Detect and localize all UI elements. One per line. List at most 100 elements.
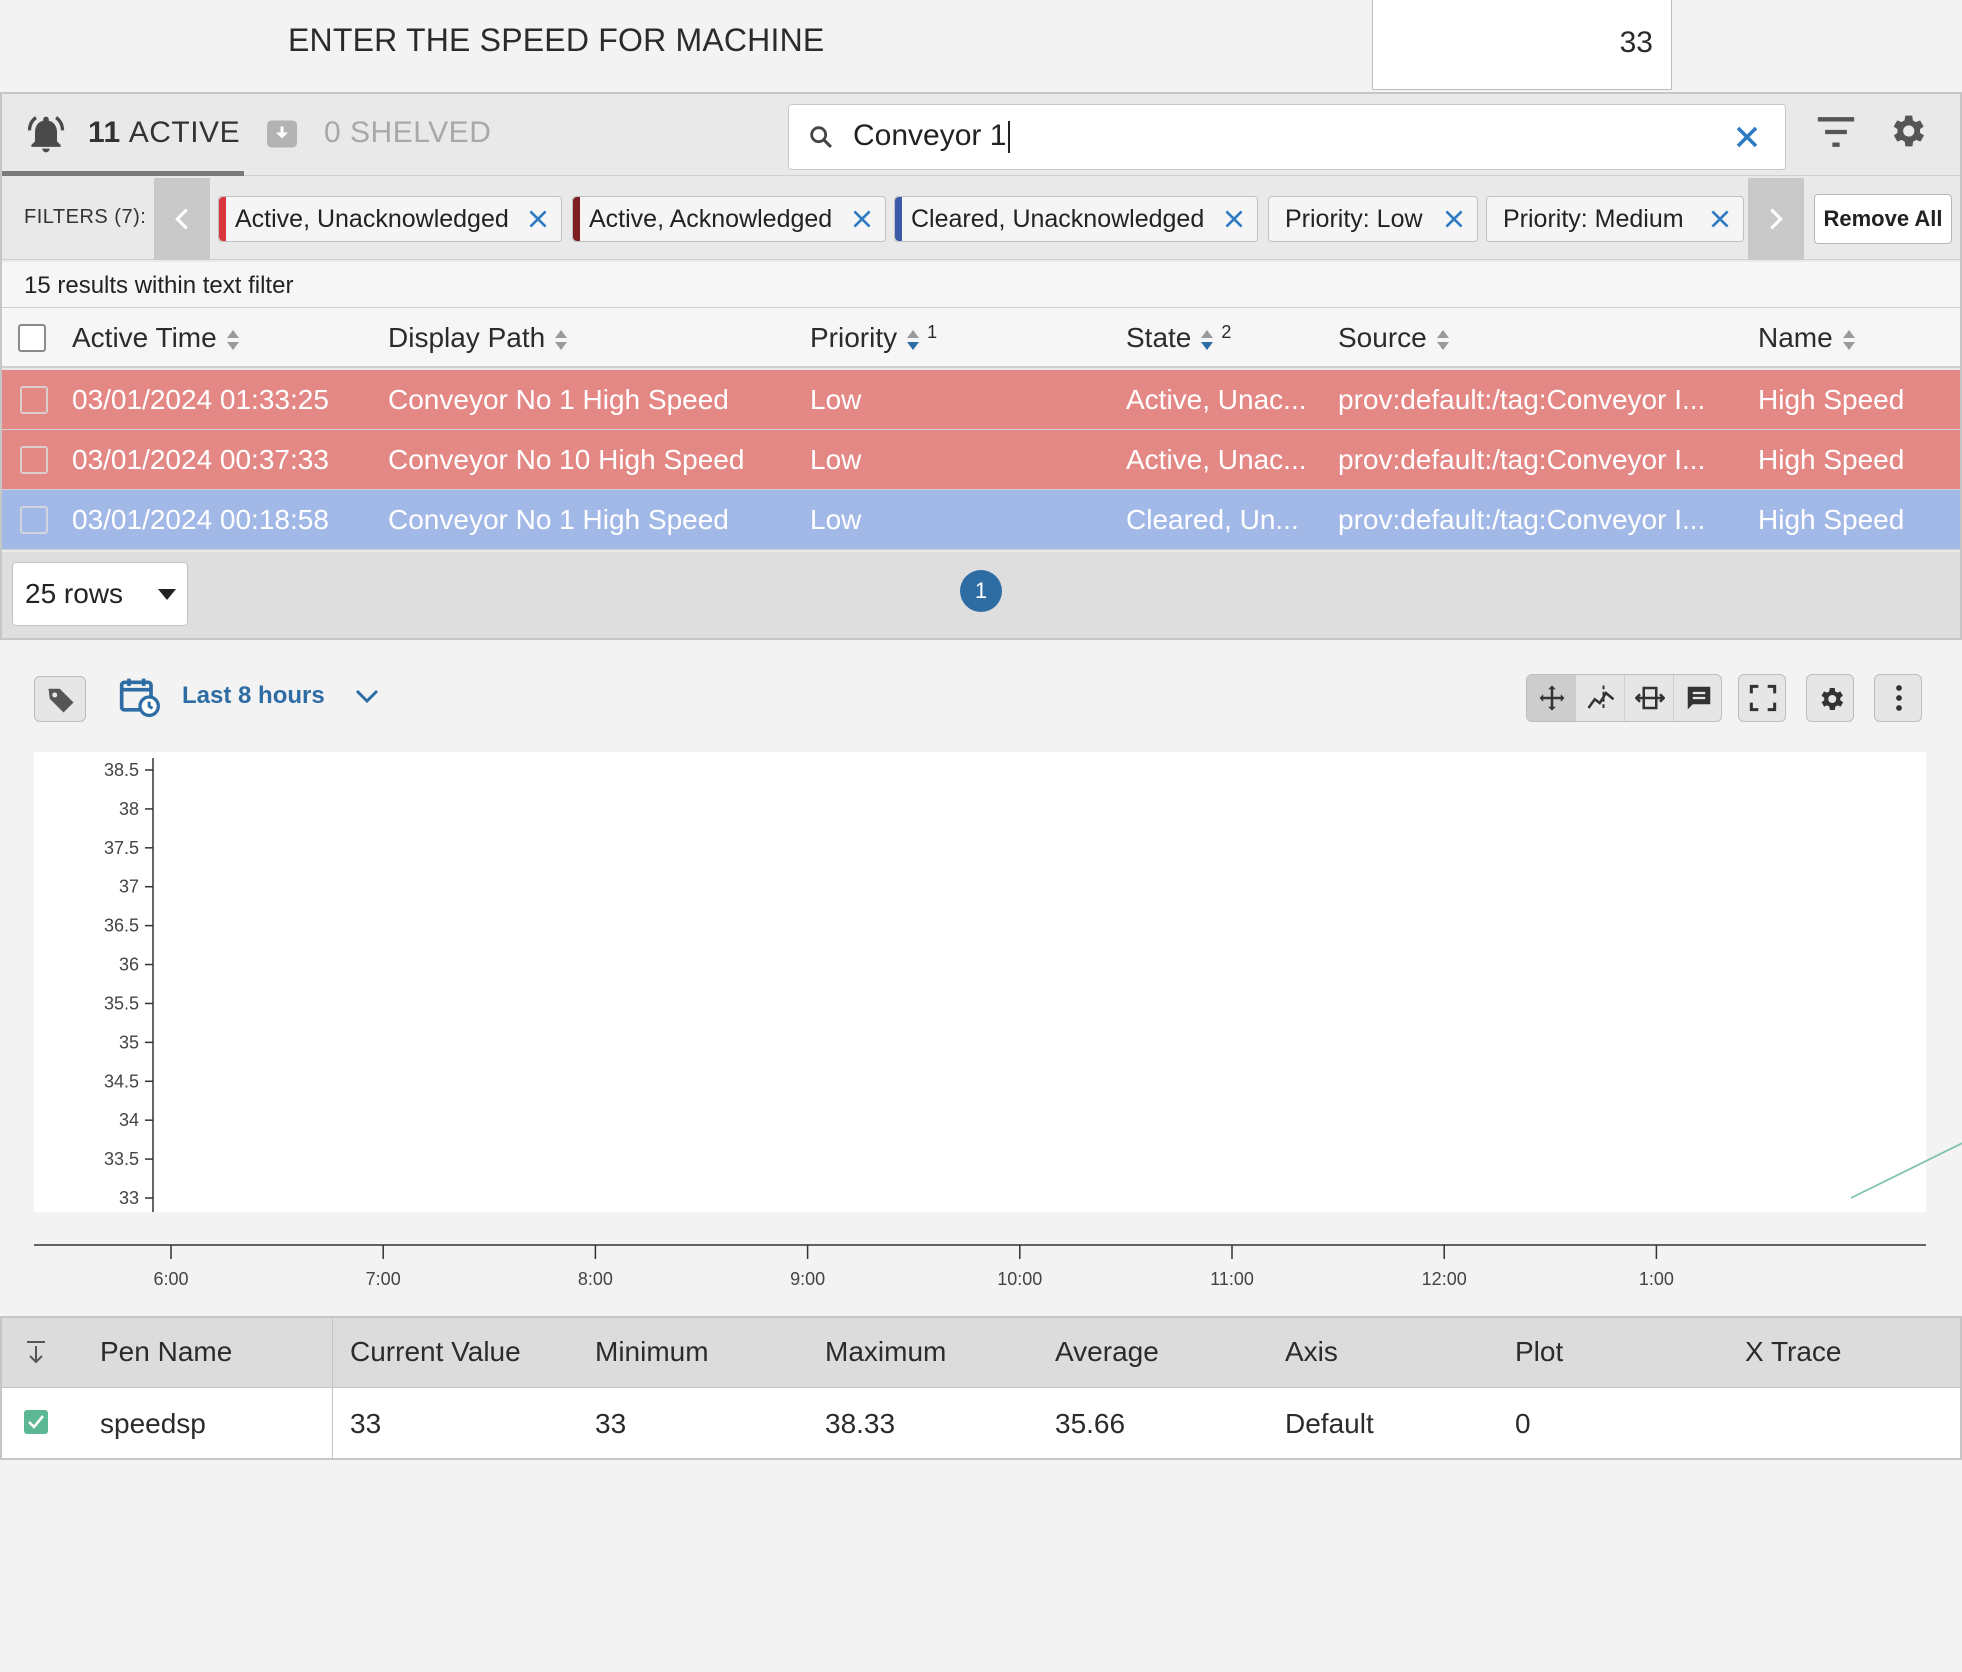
clear-search-icon[interactable] xyxy=(1729,119,1765,155)
cell-name: High Speed xyxy=(1758,504,1905,535)
more-vertical-icon xyxy=(1896,685,1902,711)
remove-filter-icon[interactable] xyxy=(1707,206,1733,232)
remove-filter-icon[interactable] xyxy=(849,206,875,232)
sort-icon xyxy=(555,329,568,350)
chip-color-bar xyxy=(573,197,580,241)
gear-icon xyxy=(1821,688,1844,710)
y-tick-label: 33 xyxy=(119,1188,139,1208)
cell-name: High Speed xyxy=(1758,384,1905,415)
tab-active[interactable]: 11 ACTIVE xyxy=(2,94,244,176)
column-maximum: Maximum xyxy=(825,1336,947,1367)
filter-chip-active-ack[interactable]: Active, Acknowledged xyxy=(572,196,886,242)
row-checkbox[interactable] xyxy=(20,446,48,474)
chip-label: Active, Unacknowledged xyxy=(235,205,509,233)
y-tick-label: 36 xyxy=(119,955,139,975)
cell-state: Active, Unac... xyxy=(1126,444,1307,475)
zoom-horizontal-icon xyxy=(1635,686,1665,710)
table-row[interactable]: 03/01/2024 01:33:25 Conveyor No 1 High S… xyxy=(2,370,1960,430)
column-state[interactable]: State 2 xyxy=(1126,322,1231,354)
gear-icon[interactable] xyxy=(1886,110,1928,152)
cell-active-time: 03/01/2024 01:33:25 xyxy=(72,384,329,415)
cell-display-path: Conveyor No 1 High Speed xyxy=(388,504,729,535)
sort-order: 2 xyxy=(1221,322,1232,342)
pen-row[interactable]: speedsp 33 33 38.33 35.66 Default 0 xyxy=(2,1388,1960,1458)
y-tick-label: 38.5 xyxy=(104,760,139,780)
pen-maximum: 38.33 xyxy=(825,1408,896,1439)
more-menu-button[interactable] xyxy=(1874,674,1922,722)
remove-filter-icon[interactable] xyxy=(1441,206,1467,232)
page-number-button[interactable]: 1 xyxy=(960,570,1002,612)
chart-toolbar: Last 8 hours xyxy=(0,640,1962,750)
filter-icon[interactable] xyxy=(1814,112,1858,152)
remove-filter-icon[interactable] xyxy=(525,206,551,232)
y-tick-label: 36.5 xyxy=(104,916,139,936)
rows-per-page-select[interactable]: 25 rows xyxy=(12,562,188,626)
series-line xyxy=(1850,1142,1962,1199)
remove-filter-icon[interactable] xyxy=(1221,206,1247,232)
tag-browser-button[interactable] xyxy=(34,676,86,722)
sort-desc-icon xyxy=(907,329,920,350)
alarm-status-table: 11 ACTIVE 0 SHELVED Conveyor 1 FILTERS (7… xyxy=(0,92,1962,640)
pen-average: 35.66 xyxy=(1055,1408,1126,1439)
pen-table: Pen Name Current Value Minimum Maximum A… xyxy=(0,1316,1962,1460)
filter-chip-priority-medium[interactable]: Priority: Medium xyxy=(1486,196,1744,242)
x-trace-mode-button[interactable] xyxy=(1576,675,1625,721)
time-range-label[interactable]: Last 8 hours xyxy=(182,682,325,710)
sort-toggle-icon[interactable] xyxy=(24,1340,48,1366)
pen-table-header: Pen Name Current Value Minimum Maximum A… xyxy=(2,1318,1960,1388)
y-tick-label: 37.5 xyxy=(104,838,139,858)
column-pen-name: Pen Name xyxy=(100,1336,233,1367)
y-tick-label: 38 xyxy=(119,799,139,819)
column-minimum: Minimum xyxy=(595,1336,709,1367)
filter-chip-cleared-unack[interactable]: Cleared, Unacknowledged xyxy=(894,196,1258,242)
filters-label: FILTERS (7): xyxy=(24,206,147,228)
chip-color-bar xyxy=(895,197,902,241)
filter-chip-priority-low[interactable]: Priority: Low xyxy=(1268,196,1478,242)
pan-mode-button[interactable] xyxy=(1527,675,1576,721)
sort-icon xyxy=(1842,329,1855,350)
filters-bar: FILTERS (7): Active, Unacknowledged Acti… xyxy=(2,178,1960,260)
chart-mode-group xyxy=(1526,674,1722,722)
chip-label: Priority: Low xyxy=(1285,205,1423,233)
pen-minimum: 33 xyxy=(595,1408,627,1439)
scroll-right-button[interactable] xyxy=(1748,178,1804,260)
y-tick-label: 33.5 xyxy=(104,1149,139,1169)
column-priority[interactable]: Priority 1 xyxy=(810,322,937,354)
fullscreen-button[interactable] xyxy=(1738,674,1786,722)
table-row[interactable]: 03/01/2024 00:37:33 Conveyor No 10 High … xyxy=(2,430,1960,490)
y-tick-label: 34 xyxy=(119,1110,139,1130)
chevron-right-icon xyxy=(1770,208,1783,230)
calendar-clock-icon[interactable] xyxy=(118,674,162,720)
cell-state: Cleared, Un... xyxy=(1126,504,1299,535)
zoom-mode-button[interactable] xyxy=(1625,675,1674,721)
cell-priority: Low xyxy=(810,384,862,415)
speed-input[interactable]: 33 xyxy=(1372,0,1672,90)
x-tick-label: 6:00 xyxy=(153,1269,188,1289)
chevron-down-icon[interactable] xyxy=(354,688,380,706)
x-trace-icon xyxy=(1587,685,1615,711)
column-source[interactable]: Source xyxy=(1338,322,1451,354)
table-row[interactable]: 03/01/2024 00:18:58 Conveyor No 1 High S… xyxy=(2,490,1960,550)
column-active-time[interactable]: Active Time xyxy=(72,322,241,354)
search-input[interactable]: Conveyor 1 xyxy=(788,104,1786,170)
trend-chart[interactable]: 38.5 38 37.5 37 36.5 36 35.5 35 34.5 34 33.5 33 6:00… xyxy=(0,740,1962,1300)
x-tick-label: 10:00 xyxy=(997,1269,1042,1289)
cell-source: prov:default:/tag:Conveyor I... xyxy=(1338,444,1706,475)
cell-source: prov:default:/tag:Conveyor I... xyxy=(1338,504,1706,535)
scroll-left-button[interactable] xyxy=(154,178,210,260)
column-name[interactable]: Name xyxy=(1758,322,1857,354)
chart-settings-button[interactable] xyxy=(1806,674,1854,722)
remove-all-button[interactable]: Remove All xyxy=(1814,194,1952,244)
fullscreen-icon xyxy=(1749,684,1777,712)
row-checkbox[interactable] xyxy=(20,506,48,534)
cell-priority: Low xyxy=(810,504,862,535)
filter-chip-active-unack[interactable]: Active, Unacknowledged xyxy=(218,196,562,242)
row-checkbox[interactable] xyxy=(20,386,48,414)
annotation-mode-button[interactable] xyxy=(1674,675,1723,721)
cell-state: Active, Unac... xyxy=(1126,384,1307,415)
pen-visible-checkbox[interactable] xyxy=(24,1410,48,1434)
select-all-checkbox[interactable] xyxy=(18,324,46,352)
y-tick-label: 37 xyxy=(119,877,139,897)
column-display-path[interactable]: Display Path xyxy=(388,322,569,354)
column-axis: Axis xyxy=(1285,1336,1338,1367)
